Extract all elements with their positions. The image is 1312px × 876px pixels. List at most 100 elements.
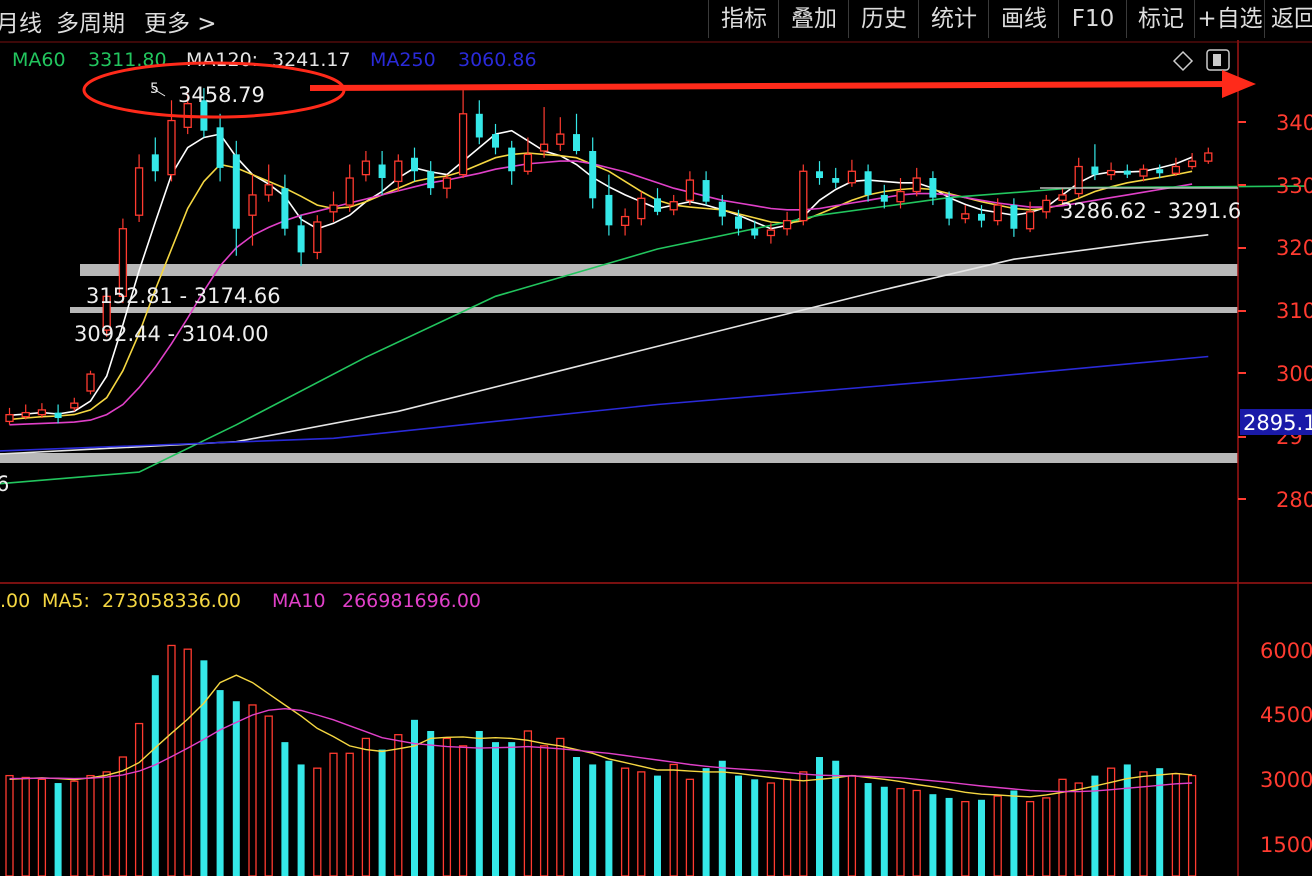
overlay-button[interactable]: 叠加 <box>778 0 849 38</box>
volume-bar-up <box>70 780 79 876</box>
draw-line-button[interactable]: 画线 <box>988 0 1059 38</box>
candle-up <box>1106 169 1116 176</box>
vol-y-tick-label: 6000 <box>1260 639 1312 663</box>
candle-up <box>264 184 273 196</box>
volume-bar-down <box>1156 768 1164 876</box>
volume-bar-down <box>216 690 224 876</box>
volume-bar-up <box>1025 800 1035 876</box>
annotation-arrow-shaft <box>309 81 1233 91</box>
candle-up <box>912 177 921 193</box>
volume-bar-up <box>37 778 47 876</box>
volume-bar-down <box>378 749 386 876</box>
volume-bar-up <box>134 722 144 876</box>
current-price-value: 2895.1 <box>1243 411 1312 435</box>
volume-bar-down <box>475 730 483 876</box>
candle-down <box>411 157 418 172</box>
volume-y-axis: 6000 4500 3000 1500 <box>1260 639 1312 857</box>
back-button[interactable]: 返回 <box>1264 0 1312 38</box>
volume-bar-down <box>880 786 888 876</box>
volume-bar-down <box>281 742 289 876</box>
toolbar: 月线 多周期 更多 > 指标 叠加 历史 统计 画线 F10 标记 +自选 返回 <box>0 0 1312 40</box>
candle-down <box>378 164 386 179</box>
candle-up <box>313 221 322 254</box>
volume-bar-up <box>1042 797 1051 876</box>
candle-down <box>605 194 613 226</box>
statistics-button[interactable]: 统计 <box>918 0 989 38</box>
add-watchlist-button[interactable]: +自选 <box>1194 0 1265 38</box>
candle-down <box>945 197 953 219</box>
volume-bar-up <box>1171 773 1181 876</box>
candle-up <box>766 229 776 237</box>
candle-up <box>961 213 970 220</box>
more-menu[interactable]: 更多 > <box>144 4 217 38</box>
y-tick-label: 300 <box>1276 362 1312 386</box>
candle-up <box>1042 199 1051 213</box>
history-button[interactable]: 历史 <box>848 0 919 38</box>
candle-down <box>816 171 823 179</box>
volume-bar-up <box>1058 778 1067 876</box>
high-price-label: 3458.79 <box>178 83 265 107</box>
volume-bar-up <box>669 763 678 876</box>
candle-up <box>847 170 857 184</box>
volume-bar-down <box>232 701 240 876</box>
candle-down <box>232 154 240 229</box>
mark-button[interactable]: 标记 <box>1126 0 1195 38</box>
candle-down <box>151 154 159 172</box>
volume-bar-up <box>539 745 549 876</box>
ma60-value: 3311.80 <box>88 49 167 71</box>
volume-bar-up <box>912 789 921 876</box>
y-tick-label: 330 <box>1276 174 1312 198</box>
volume-bar-up <box>394 734 403 876</box>
candle-up <box>1074 165 1083 195</box>
volume-bar-down <box>151 675 159 876</box>
volume-bar-down <box>297 764 305 876</box>
vol-legend-prefix: .00 <box>0 590 30 612</box>
candle-down <box>1156 169 1164 174</box>
candle-up <box>539 143 549 152</box>
candle-down <box>216 127 224 168</box>
volume-bar-up <box>183 648 192 876</box>
candle-down <box>573 134 580 151</box>
volume-bar-up <box>102 771 111 876</box>
volume-bar-up <box>993 795 1002 876</box>
volume-bar-down <box>751 779 759 876</box>
candle-up <box>37 409 47 416</box>
candle-down <box>508 147 516 172</box>
volume-bar-down <box>929 794 937 876</box>
f10-button[interactable]: F10 <box>1058 0 1127 38</box>
volume-bar-down <box>605 760 613 876</box>
candle-up <box>442 177 452 189</box>
volume-bar-up <box>313 767 322 876</box>
vol-ma10-label: MA10 <box>272 590 326 612</box>
tab-multi-period[interactable]: 多周期 <box>56 4 125 38</box>
candle-up <box>896 190 905 203</box>
candle-up <box>782 219 792 230</box>
volume-bar-up <box>556 737 565 876</box>
window-icon-inner <box>1213 54 1221 66</box>
annotation-arrow-head <box>1222 70 1256 98</box>
candle-up <box>134 167 144 216</box>
candle-down <box>929 178 937 198</box>
volume-bar-down <box>702 768 710 876</box>
candle-up <box>1204 152 1213 162</box>
volume-bar-up <box>1106 767 1116 876</box>
candle-up <box>1025 211 1035 230</box>
indicator-button[interactable]: 指标 <box>708 0 779 38</box>
candle-down <box>1010 205 1018 229</box>
y-tick-label: 310 <box>1276 299 1312 323</box>
volume-bar-down <box>945 797 953 876</box>
candle-up <box>458 113 468 176</box>
y-tick-label: 340 <box>1276 111 1312 135</box>
diamond-icon[interactable] <box>1172 50 1194 72</box>
tab-monthly[interactable]: 月线 <box>0 4 42 38</box>
volume-bar-up <box>329 752 338 876</box>
ma-line-ma250 <box>0 355 1209 452</box>
volume-bar-down <box>200 660 208 876</box>
volume-bar-down <box>654 775 661 876</box>
vol-ma5-label: MA5: <box>42 590 90 612</box>
volume-bar-up <box>21 776 30 876</box>
candle-down <box>654 198 661 212</box>
volume-bar-down <box>1010 790 1018 876</box>
vol-y-tick-label: 1500 <box>1260 833 1312 857</box>
candle-up <box>523 153 533 172</box>
